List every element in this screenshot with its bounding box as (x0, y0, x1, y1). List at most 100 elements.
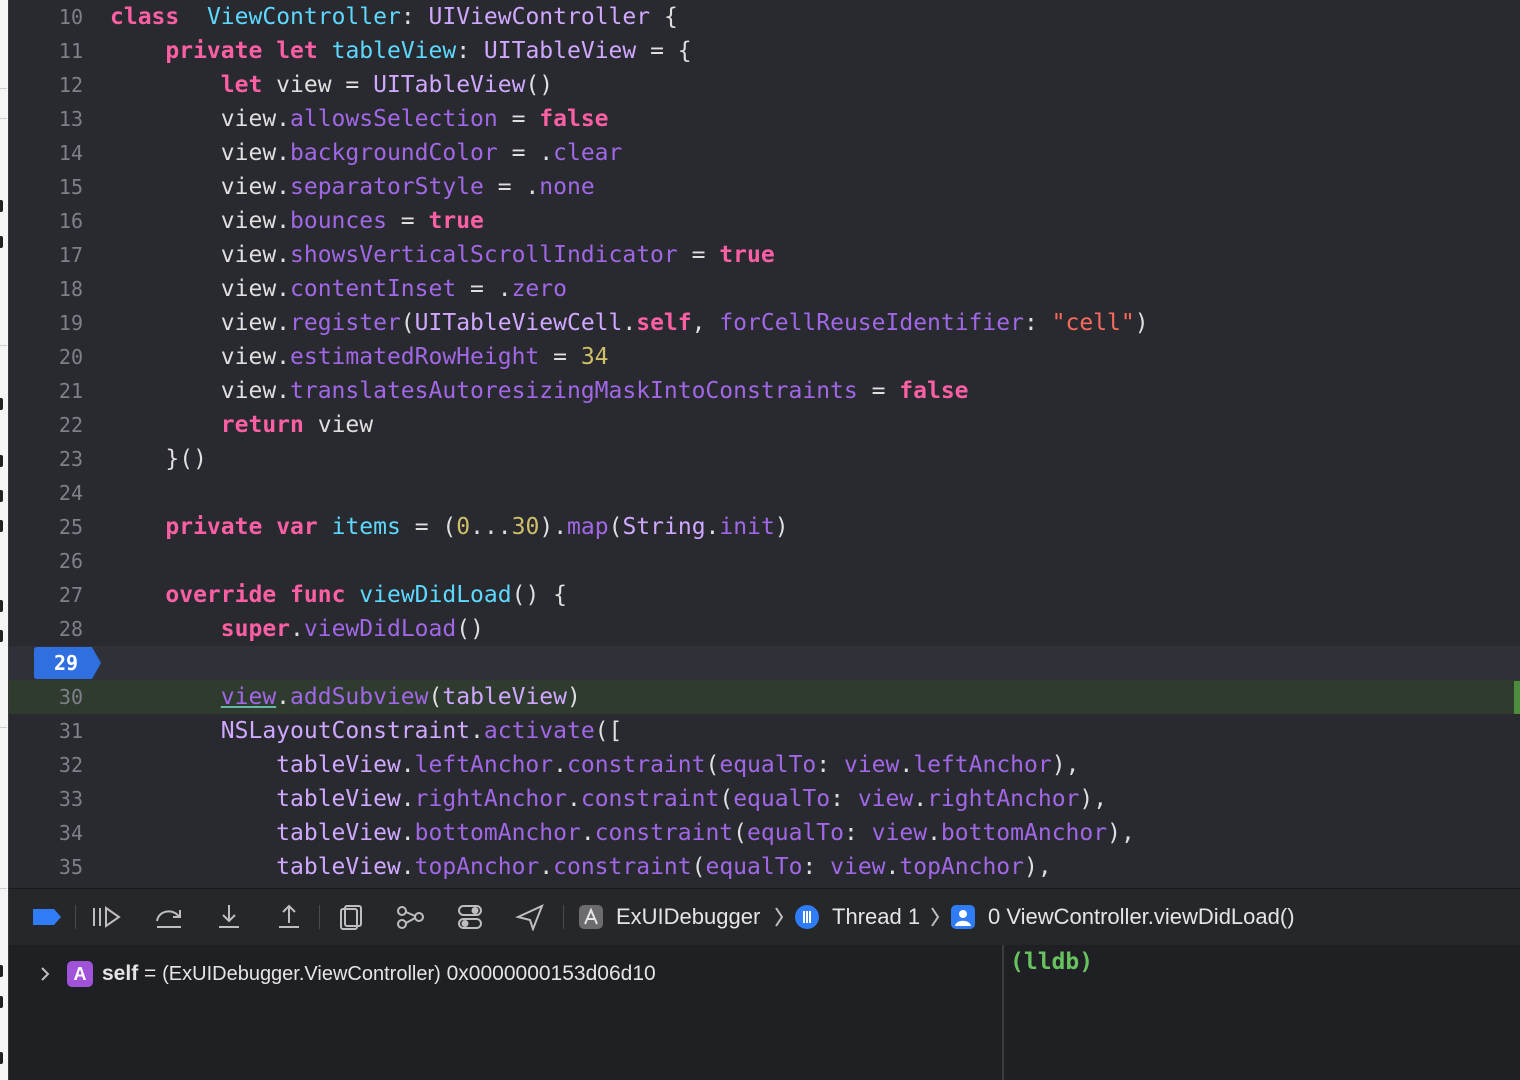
code-text[interactable]: NSLayoutConstraint.activate([ (110, 714, 623, 748)
code-line[interactable]: 33 tableView.rightAnchor.constraint(equa… (9, 782, 1520, 816)
code-line[interactable]: 24 (9, 476, 1520, 510)
code-token: ), (1024, 854, 1052, 880)
code-line[interactable]: 32 tableView.leftAnchor.constraint(equal… (9, 748, 1520, 782)
breadcrumb-thread[interactable]: Thread 1 (832, 889, 920, 945)
line-number[interactable]: 25 (9, 510, 83, 544)
line-number[interactable]: 15 (9, 170, 83, 204)
code-line[interactable]: 21 view.translatesAutoresizingMaskIntoCo… (9, 374, 1520, 408)
code-text[interactable]: private var items = (0...30).map(String.… (110, 510, 788, 544)
line-number[interactable]: 12 (9, 68, 83, 102)
memory-graph-icon[interactable] (395, 903, 425, 931)
code-text[interactable]: view.estimatedRowHeight = 34 (110, 340, 609, 374)
code-line[interactable]: 14 view.backgroundColor = .clear (9, 136, 1520, 170)
line-number[interactable]: 10 (9, 0, 83, 34)
code-text[interactable]: view.backgroundColor = .clear (110, 136, 623, 170)
disclosure-chevron-icon[interactable] (39, 966, 51, 982)
code-text[interactable]: view.register(UITableViewCell.self, forC… (110, 306, 1149, 340)
code-line[interactable]: 29 (9, 646, 1520, 680)
line-number[interactable]: 33 (9, 782, 83, 816)
variable-text: self = (ExUIDebugger.ViewController) 0x0… (102, 959, 656, 989)
code-line[interactable]: 22 return view (9, 408, 1520, 442)
line-number[interactable]: 22 (9, 408, 83, 442)
code-text[interactable]: view.contentInset = .zero (110, 272, 567, 306)
code-text[interactable]: private let tableView: UITableView = { (110, 34, 691, 68)
code-line[interactable]: 34 tableView.bottomAnchor.constraint(equ… (9, 816, 1520, 850)
code-text[interactable]: tableView.topAnchor.constraint(equalTo: … (110, 850, 1052, 884)
code-line[interactable]: 12 let view = UITableView() (9, 68, 1520, 102)
code-line[interactable]: 15 view.separatorStyle = .none (9, 170, 1520, 204)
code-line[interactable]: 16 view.bounces = true (9, 204, 1520, 238)
environment-overrides-icon[interactable] (455, 903, 485, 931)
line-number[interactable]: 34 (9, 816, 83, 850)
code-text[interactable]: view.translatesAutoresizingMaskIntoConst… (110, 374, 969, 408)
breakpoint-marker[interactable]: 29 (32, 646, 110, 680)
code-line[interactable]: 13 view.allowsSelection = false (9, 102, 1520, 136)
line-number[interactable]: 24 (9, 476, 83, 510)
breadcrumb-app[interactable]: ExUIDebugger (616, 889, 760, 945)
code-line[interactable]: 31 NSLayoutConstraint.activate([ (9, 714, 1520, 748)
line-number[interactable]: 19 (9, 306, 83, 340)
code-line[interactable]: 11 private let tableView: UITableView = … (9, 34, 1520, 68)
line-number[interactable]: 20 (9, 340, 83, 374)
code-line[interactable]: 17 view.showsVerticalScrollIndicator = t… (9, 238, 1520, 272)
code-line[interactable]: 27 override func viewDidLoad() { (9, 578, 1520, 612)
code-token: . (927, 820, 941, 846)
code-text[interactable]: let view = UITableView() (110, 68, 553, 102)
line-number[interactable]: 17 (9, 238, 83, 272)
line-number[interactable]: 13 (9, 102, 83, 136)
line-number[interactable]: 21 (9, 374, 83, 408)
separator (319, 905, 320, 929)
code-text[interactable]: super.viewDidLoad() (110, 612, 484, 646)
line-number[interactable]: 35 (9, 850, 83, 884)
breakpoints-toggle-icon[interactable] (31, 903, 61, 931)
source-editor[interactable]: 10 class ViewController: UIViewController… (9, 0, 1520, 888)
line-number[interactable]: 18 (9, 272, 83, 306)
line-number[interactable]: 28 (9, 612, 83, 646)
code-line[interactable]: 20 view.estimatedRowHeight = 34 (9, 340, 1520, 374)
line-number[interactable]: 27 (9, 578, 83, 612)
code-line[interactable]: 25 private var items = (0...30).map(Stri… (9, 510, 1520, 544)
code-line[interactable]: 18 view.contentInset = .zero (9, 272, 1520, 306)
line-number[interactable]: 16 (9, 204, 83, 238)
simulate-location-icon[interactable] (515, 903, 545, 931)
line-number[interactable]: 14 (9, 136, 83, 170)
view-hierarchy-icon[interactable] (335, 903, 365, 931)
code-token: func (290, 582, 346, 608)
code-text[interactable]: view.showsVerticalScrollIndicator = true (110, 238, 775, 272)
code-line[interactable]: 28 super.viewDidLoad() (9, 612, 1520, 646)
line-number[interactable]: 11 (9, 34, 83, 68)
code-text[interactable]: class ViewController: UIViewController { (110, 0, 678, 34)
code-text[interactable]: }() (110, 442, 207, 476)
code-text[interactable]: tableView.leftAnchor.constraint(equalTo:… (110, 748, 1079, 782)
step-into-icon[interactable] (213, 903, 243, 931)
code-line[interactable]: 19 view.register(UITableViewCell.self, f… (9, 306, 1520, 340)
instruction-pointer-indicator[interactable] (1514, 681, 1520, 714)
step-out-icon[interactable] (273, 903, 303, 931)
breadcrumb-frame[interactable]: 0 ViewController.viewDidLoad() (988, 889, 1295, 945)
code-token: : (816, 752, 844, 778)
code-line[interactable]: 35 tableView.topAnchor.constraint(equalT… (9, 850, 1520, 884)
line-number[interactable]: 23 (9, 442, 83, 476)
code-text[interactable]: return view (110, 408, 373, 442)
step-over-icon[interactable] (153, 903, 183, 931)
lldb-console[interactable]: (lldb) (1004, 945, 1520, 1080)
continue-icon[interactable] (91, 903, 121, 931)
code-line[interactable]: 26 (9, 544, 1520, 578)
code-token: separatorStyle (290, 174, 484, 200)
code-text[interactable]: override func viewDidLoad() { (110, 578, 567, 612)
variable-row[interactable]: A self = (ExUIDebugger.ViewController) 0… (9, 959, 1002, 989)
code-text[interactable]: view.allowsSelection = false (110, 102, 609, 136)
code-line[interactable]: 23 }() (9, 442, 1520, 476)
line-number[interactable]: 31 (9, 714, 83, 748)
code-line[interactable]: 30 view.addSubview(tableView) (9, 680, 1520, 714)
code-text[interactable]: view.addSubview(tableView) (110, 680, 581, 714)
code-text[interactable]: view.separatorStyle = .none (110, 170, 595, 204)
code-text[interactable]: view.bounces = true (110, 204, 484, 238)
line-number[interactable]: 32 (9, 748, 83, 782)
code-text[interactable]: tableView.rightAnchor.constraint(equalTo… (110, 782, 1107, 816)
line-number[interactable]: 26 (9, 544, 83, 578)
code-text[interactable]: tableView.bottomAnchor.constraint(equalT… (110, 816, 1135, 850)
line-number[interactable]: 30 (9, 680, 83, 714)
code-line[interactable]: 10 class ViewController: UIViewController… (9, 0, 1520, 34)
